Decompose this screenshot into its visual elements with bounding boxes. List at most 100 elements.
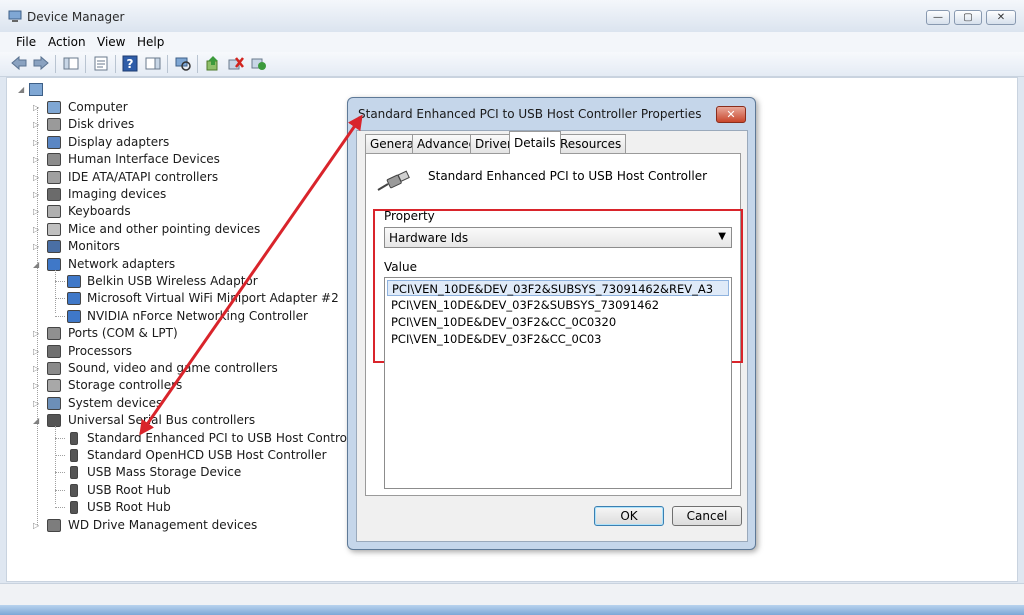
network-icon bbox=[67, 309, 81, 323]
tree-category-label: Network adapters bbox=[68, 256, 176, 271]
tree-device[interactable]: USB Mass Storage Device bbox=[7, 464, 347, 481]
tree-device-label: Standard OpenHCD USB Host Controller bbox=[87, 448, 327, 462]
value-row[interactable]: PCI\VEN_10DE&DEV_03F2&SUBSYS_73091462 bbox=[387, 297, 729, 313]
collapsed-arrow-icon[interactable]: ▷ bbox=[33, 134, 41, 147]
help-icon[interactable]: ? bbox=[121, 55, 139, 72]
tree-category-label: IDE ATA/ATAPI controllers bbox=[68, 169, 219, 184]
tree-device[interactable]: USB Root Hub bbox=[7, 499, 347, 516]
taskbar bbox=[0, 605, 1024, 615]
tree-category[interactable]: ▷ Monitors bbox=[7, 238, 327, 255]
menu-action[interactable]: Action bbox=[44, 33, 90, 51]
property-dropdown[interactable]: Hardware Ids ▼ bbox=[384, 227, 732, 248]
tree-category[interactable]: ▷ System devices bbox=[7, 395, 327, 412]
tree-category-label: Imaging devices bbox=[68, 187, 167, 201]
close-button[interactable]: ✕ bbox=[986, 10, 1016, 25]
storage-icon bbox=[47, 379, 61, 393]
tree-category[interactable]: ▷ Processors bbox=[7, 343, 327, 360]
tree-category[interactable]: ▷ Display adapters bbox=[7, 134, 327, 151]
expanded-arrow-icon[interactable]: ◢ bbox=[18, 81, 26, 94]
collapsed-arrow-icon[interactable]: ▷ bbox=[33, 325, 41, 338]
tree-device[interactable]: Belkin USB Wireless Adaptor bbox=[7, 273, 347, 290]
collapsed-arrow-icon[interactable]: ▷ bbox=[33, 169, 41, 182]
cancel-button[interactable]: Cancel bbox=[672, 506, 742, 526]
ok-button[interactable]: OK bbox=[594, 506, 664, 526]
value-row[interactable]: PCI\VEN_10DE&DEV_03F2&CC_0C03 bbox=[387, 331, 729, 347]
network-icon bbox=[67, 292, 81, 306]
collapsed-arrow-icon[interactable]: ▷ bbox=[33, 517, 41, 530]
value-row[interactable]: PCI\VEN_10DE&DEV_03F2&SUBSYS_73091462&RE… bbox=[387, 280, 729, 296]
tree-category[interactable]: ▷ Mice and other pointing devices bbox=[7, 221, 327, 238]
tree-device[interactable]: NVIDIA nForce Networking Controller bbox=[7, 308, 347, 325]
collapsed-arrow-icon[interactable]: ▷ bbox=[33, 238, 41, 251]
tree-category[interactable]: ▷ Sound, video and game controllers bbox=[7, 360, 327, 377]
tree-category[interactable]: ▷ Ports (COM & LPT) bbox=[7, 325, 327, 342]
tree-device[interactable]: Standard OpenHCD USB Host Controller bbox=[7, 447, 347, 464]
toolbar-separator bbox=[85, 55, 86, 73]
collapsed-arrow-icon[interactable]: ▷ bbox=[33, 343, 41, 356]
tree-category[interactable]: ▷ Computer bbox=[7, 99, 327, 116]
maximize-button[interactable]: ▢ bbox=[954, 10, 982, 25]
collapsed-arrow-icon[interactable]: ▷ bbox=[33, 395, 41, 408]
device-name: Standard Enhanced PCI to USB Host Contro… bbox=[428, 169, 708, 183]
collapsed-arrow-icon[interactable]: ▷ bbox=[33, 186, 41, 199]
menu-bar: File Action View Help bbox=[0, 32, 1024, 52]
tree-category[interactable]: ▷ IDE ATA/ATAPI controllers bbox=[7, 169, 327, 186]
collapsed-arrow-icon[interactable]: ▷ bbox=[33, 221, 41, 234]
uninstall-icon[interactable] bbox=[227, 55, 245, 72]
tree-device[interactable]: Microsoft Virtual WiFi Miniport Adapter … bbox=[7, 290, 347, 307]
menu-file[interactable]: File bbox=[12, 33, 40, 51]
tree-device-label: USB Root Hub bbox=[87, 500, 171, 515]
tree-device-label: Belkin USB Wireless Adaptor bbox=[87, 274, 258, 288]
toolbar-separator bbox=[167, 55, 168, 73]
value-list[interactable]: PCI\VEN_10DE&DEV_03F2&SUBSYS_73091462&RE… bbox=[384, 277, 732, 489]
tree-device[interactable]: Standard Enhanced PCI to USB Host Contro… bbox=[7, 430, 366, 447]
collapsed-arrow-icon[interactable]: ▷ bbox=[33, 360, 41, 373]
properties-icon[interactable] bbox=[92, 55, 110, 72]
forward-icon[interactable] bbox=[32, 55, 50, 72]
collapsed-arrow-icon[interactable]: ▷ bbox=[33, 151, 41, 164]
collapsed-arrow-icon[interactable]: ▷ bbox=[33, 99, 41, 112]
enable-device-icon[interactable] bbox=[250, 55, 268, 72]
back-icon[interactable] bbox=[10, 55, 28, 72]
tree-connector bbox=[55, 315, 65, 317]
tree-root[interactable]: ◢ bbox=[7, 81, 67, 98]
tree-category[interactable]: ▷ WD Drive Management devices bbox=[7, 517, 327, 534]
tree-category-label: Display adapters bbox=[68, 134, 170, 149]
tree-device[interactable]: USB Root Hub bbox=[7, 482, 347, 499]
collapsed-arrow-icon[interactable]: ▷ bbox=[33, 116, 41, 129]
minimize-button[interactable]: — bbox=[926, 10, 950, 25]
action-pane-icon[interactable] bbox=[144, 55, 162, 72]
computer-icon bbox=[29, 83, 43, 96]
menu-help[interactable]: Help bbox=[133, 33, 168, 51]
toolbar-separator bbox=[55, 55, 56, 73]
tree-category[interactable]: ▷ Disk drives bbox=[7, 116, 327, 133]
details-panel: Standard Enhanced PCI to USB Host Contro… bbox=[365, 153, 743, 496]
tab-details[interactable]: Details bbox=[509, 131, 561, 154]
hid-icon bbox=[47, 153, 61, 167]
sound-icon bbox=[47, 362, 61, 375]
tree-category[interactable]: ▷ Human Interface Devices bbox=[7, 151, 327, 168]
dialog-close-button[interactable]: ✕ bbox=[716, 106, 746, 123]
usb-device-icon bbox=[377, 170, 410, 191]
usb-icon bbox=[70, 466, 78, 480]
title-bar[interactable]: Device Manager — ▢ ✕ bbox=[0, 0, 1024, 32]
tree-device-label: Standard Enhanced PCI to USB Host Contro… bbox=[87, 430, 367, 445]
tree-connector bbox=[55, 507, 65, 509]
show-hide-tree-icon[interactable] bbox=[62, 55, 80, 72]
tree-category[interactable]: ▷ Imaging devices bbox=[7, 186, 327, 203]
ide-icon bbox=[47, 170, 61, 184]
tree-device-label: USB Mass Storage Device bbox=[87, 465, 242, 480]
svg-text:?: ? bbox=[127, 57, 134, 71]
scan-hardware-icon[interactable] bbox=[174, 55, 192, 72]
tab-resources[interactable]: Resources bbox=[555, 134, 627, 153]
collapsed-arrow-icon[interactable]: ▷ bbox=[33, 203, 41, 216]
menu-view[interactable]: View bbox=[93, 33, 129, 51]
tree-category[interactable]: ▷ Storage controllers bbox=[7, 377, 327, 394]
tree-category[interactable]: ▷ Keyboards bbox=[7, 203, 327, 220]
property-label: Property bbox=[384, 209, 435, 223]
collapsed-arrow-icon[interactable]: ▷ bbox=[33, 377, 41, 390]
expanded-arrow-icon[interactable]: ◢ bbox=[33, 256, 41, 269]
expanded-arrow-icon[interactable]: ◢ bbox=[33, 412, 41, 425]
update-driver-icon[interactable] bbox=[204, 55, 222, 72]
value-row[interactable]: PCI\VEN_10DE&DEV_03F2&CC_0C0320 bbox=[387, 314, 729, 330]
